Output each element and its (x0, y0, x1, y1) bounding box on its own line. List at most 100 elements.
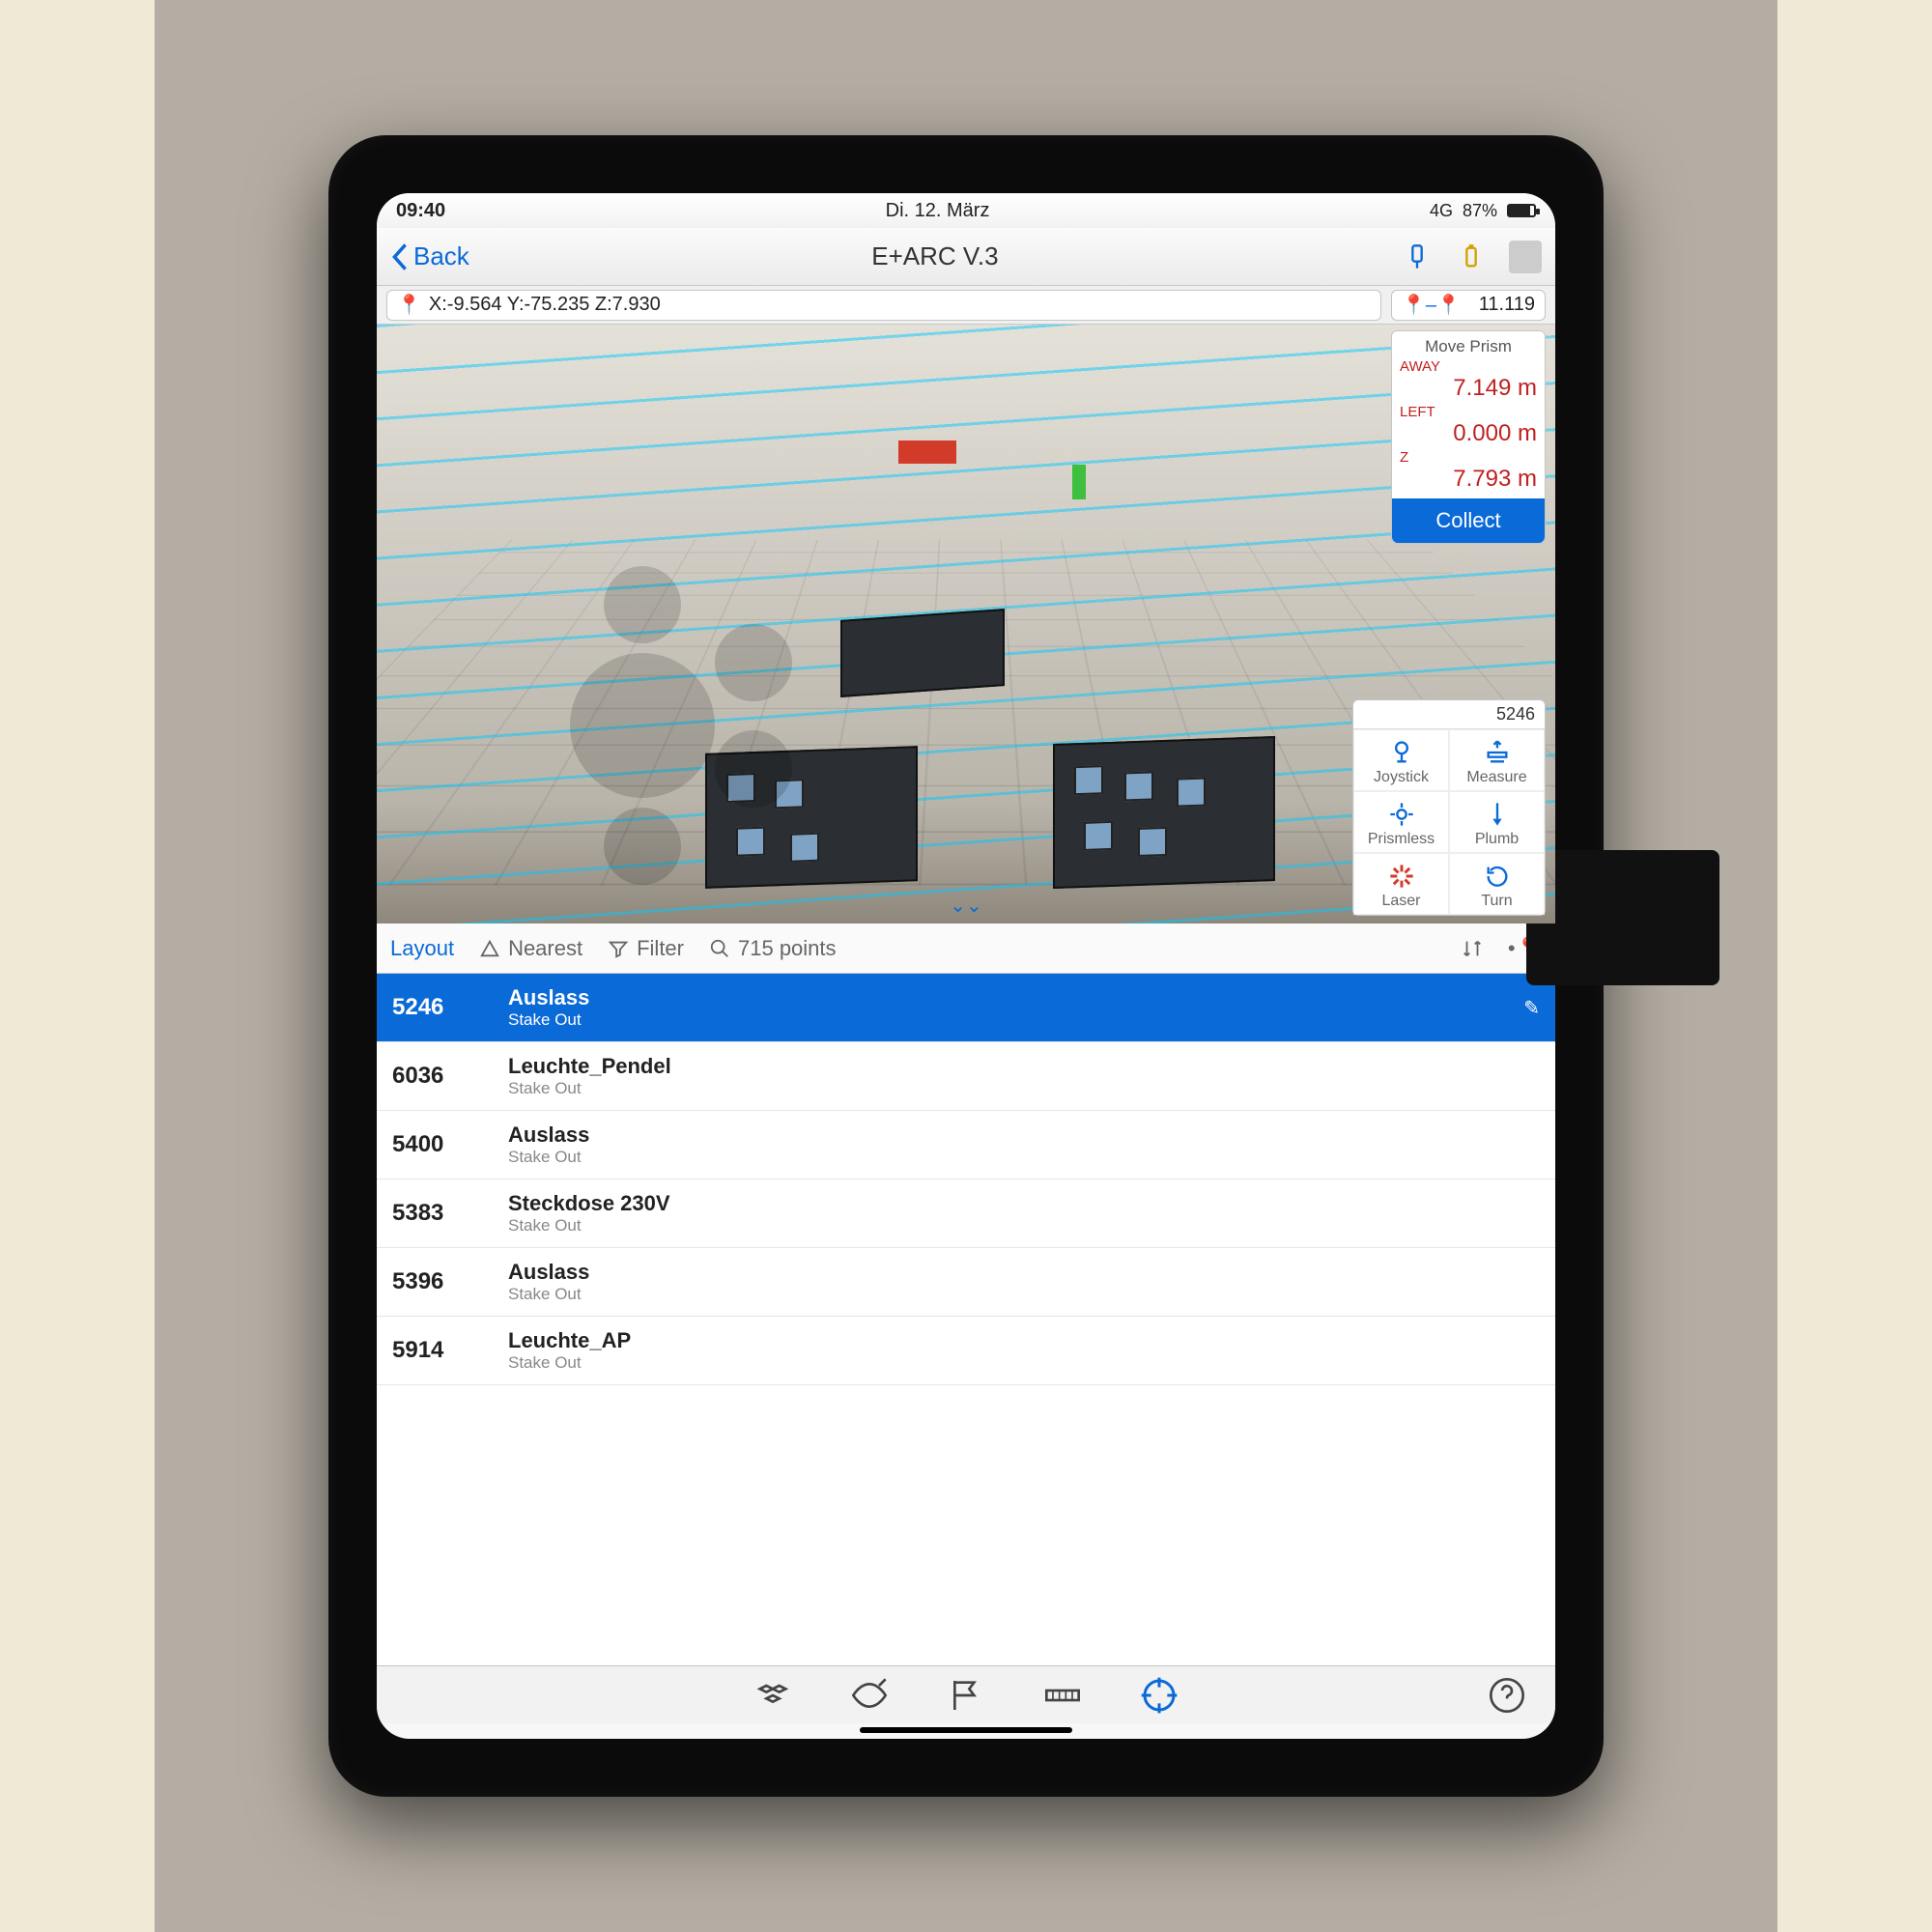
tablet-frame: 09:40 Di. 12. März 4G 87% Back E+ARC V.3 (328, 135, 1604, 1797)
battery-warning-icon[interactable] (1455, 241, 1488, 273)
points-list[interactable]: 5246AuslassStake Out✎6036Leuchte_PendelS… (377, 974, 1555, 1665)
sort-icon[interactable] (1462, 938, 1483, 959)
point-row[interactable]: 5396AuslassStake Out (377, 1248, 1555, 1317)
tool-view-icon[interactable] (850, 1676, 889, 1715)
measure-icon (1452, 736, 1542, 769)
distance-icon: 📍–📍 (1402, 293, 1461, 317)
profile-icon[interactable] (1509, 241, 1542, 273)
coordinate-readout[interactable]: 📍 X:-9.564 Y:-75.235 Z:7.930 (386, 290, 1381, 321)
point-sub: Stake Out (508, 1079, 671, 1098)
distance-readout[interactable]: 📍–📍 11.119 (1391, 290, 1546, 321)
point-row[interactable]: 5400AuslassStake Out (377, 1111, 1555, 1179)
tool-tape-icon[interactable] (1043, 1676, 1082, 1715)
status-time: 09:40 (396, 200, 445, 222)
point-name: Auslass (508, 985, 589, 1010)
bottom-toolbar (377, 1665, 1555, 1723)
coordinate-bar: 📍 X:-9.564 Y:-75.235 Z:7.930 📍–📍 11.119 (377, 286, 1555, 325)
back-button[interactable]: Back (390, 242, 469, 271)
tab-layout[interactable]: Layout (390, 936, 454, 961)
point-id: 5396 (392, 1268, 508, 1295)
point-sub: Stake Out (508, 1216, 670, 1236)
status-date: Di. 12. März (445, 200, 1430, 222)
turn-icon (1452, 860, 1542, 893)
point-row[interactable]: 5383Steckdose 230VStake Out (377, 1179, 1555, 1248)
coordinate-text: X:-9.564 Y:-75.235 Z:7.930 (429, 294, 661, 316)
prism-left-label: LEFT (1400, 404, 1537, 420)
tablet-strap (1526, 850, 1719, 985)
status-battery: 87% (1463, 201, 1497, 221)
instrument-icon[interactable] (1401, 241, 1434, 273)
tool-plumb[interactable]: Plumb (1449, 791, 1545, 853)
joystick-right[interactable] (715, 624, 792, 701)
expand-map-icon[interactable]: ⌄⌄ (950, 894, 982, 918)
tool-target-icon[interactable] (1140, 1676, 1179, 1715)
nearest-button[interactable]: Nearest (479, 936, 582, 961)
point-id: 5400 (392, 1131, 508, 1158)
point-id: 5914 (392, 1337, 508, 1364)
prism-z-value: 7.793 m (1400, 466, 1537, 493)
tool-laser[interactable]: Laser (1353, 853, 1449, 915)
filter-icon (608, 938, 629, 959)
back-label: Back (413, 242, 469, 271)
point-id: 5246 (392, 994, 508, 1021)
model-viewport[interactable]: Move Prism AWAY 7.149 m LEFT 0.000 m Z 7… (377, 325, 1555, 923)
prism-away-label: AWAY (1400, 358, 1537, 375)
point-row[interactable]: 6036Leuchte_PendelStake Out (377, 1042, 1555, 1111)
tool-joystick[interactable]: Joystick (1353, 729, 1449, 791)
status-network: 4G (1430, 201, 1453, 221)
red-marker (898, 440, 956, 464)
page-title: E+ARC V.3 (469, 242, 1401, 271)
point-id: 6036 (392, 1063, 508, 1090)
search-icon (709, 938, 730, 959)
prism-left-value: 0.000 m (1400, 420, 1537, 447)
prism-away-value: 7.149 m (1400, 375, 1537, 402)
edit-icon[interactable]: ✎ (1523, 996, 1540, 1020)
plumb-icon (1452, 798, 1542, 831)
laser-icon (1356, 860, 1446, 893)
ios-status-bar: 09:40 Di. 12. März 4G 87% (377, 193, 1555, 228)
tool-measure[interactable]: Measure (1449, 729, 1545, 791)
tool-grid: 5246 Joystick Measure Prismless Plumb La… (1352, 699, 1546, 916)
app-nav-header: Back E+ARC V.3 (377, 228, 1555, 286)
prism-panel-title: Move Prism (1400, 337, 1537, 356)
green-marker (1072, 465, 1086, 499)
point-row[interactable]: 5914Leuchte_APStake Out (377, 1317, 1555, 1385)
home-indicator[interactable] (860, 1727, 1072, 1733)
tool-grid-header: 5246 (1353, 700, 1545, 729)
collect-button[interactable]: Collect (1392, 498, 1545, 543)
point-name: Leuchte_AP (508, 1328, 631, 1353)
app-screen: 09:40 Di. 12. März 4G 87% Back E+ARC V.3 (377, 193, 1555, 1739)
point-row[interactable]: 5246AuslassStake Out ✎ (377, 974, 1555, 1042)
point-sub: Stake Out (508, 1285, 589, 1304)
prism-z-label: Z (1400, 449, 1537, 466)
building-block (1053, 736, 1275, 889)
move-prism-panel: Move Prism AWAY 7.149 m LEFT 0.000 m Z 7… (1391, 330, 1546, 544)
joystick-center[interactable] (570, 653, 715, 798)
joystick-home[interactable] (715, 730, 792, 808)
point-name: Steckdose 230V (508, 1191, 670, 1216)
triangle-icon (479, 938, 500, 959)
help-icon[interactable] (1488, 1676, 1526, 1715)
chevron-left-icon (390, 243, 410, 270)
search-points[interactable]: 715 points (709, 936, 837, 961)
building-block (840, 609, 1005, 697)
filter-button[interactable]: Filter (608, 936, 684, 961)
tool-cubes-icon[interactable] (753, 1676, 792, 1715)
point-name: Auslass (508, 1260, 589, 1285)
joystick-down[interactable] (604, 808, 681, 885)
tool-flag-icon[interactable] (947, 1676, 985, 1715)
tool-prismless[interactable]: Prismless (1353, 791, 1449, 853)
pin-icon: 📍 (397, 293, 421, 317)
filter-bar: Layout Nearest Filter 715 points •📍 (377, 923, 1555, 974)
point-sub: Stake Out (508, 1148, 589, 1167)
joystick-up[interactable] (604, 566, 681, 643)
point-name: Auslass (508, 1122, 589, 1148)
tool-turn[interactable]: Turn (1449, 853, 1545, 915)
point-name: Leuchte_Pendel (508, 1054, 671, 1079)
point-sub: Stake Out (508, 1010, 589, 1030)
battery-icon (1507, 204, 1536, 217)
joystick-icon (1356, 736, 1446, 769)
point-sub: Stake Out (508, 1353, 631, 1373)
distance-value: 11.119 (1479, 294, 1535, 316)
prismless-icon (1356, 798, 1446, 831)
